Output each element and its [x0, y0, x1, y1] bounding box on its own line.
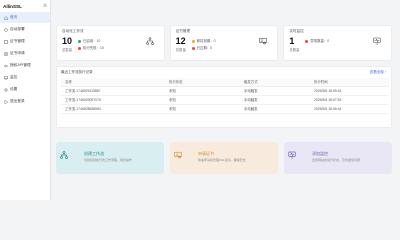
card-stats: 即将到期：0 已过期：0: [191, 38, 216, 52]
sidebar-item-settings[interactable]: 设置: [0, 84, 50, 95]
cell-time: 2025/5/6 18:07:53: [310, 95, 389, 105]
status-dot: [305, 39, 309, 43]
card-count: 10: [62, 36, 73, 46]
add-monitor-button[interactable]: 添加监控 监控网站的运行状态，及时发现问题: [284, 142, 392, 174]
status-dot: [191, 39, 195, 43]
card-unit: 总数量: [175, 48, 186, 52]
deploy-icon: [4, 27, 8, 32]
api-icon: [4, 64, 8, 68]
certificate-summary-card[interactable]: 证书管理 12 总数量 即将到期：0 已过期：0: [169, 25, 279, 61]
monitor-icon: [4, 75, 8, 80]
action-title: 申请证书: [198, 151, 214, 156]
sidebar-item-label: 首页: [10, 15, 18, 19]
home-icon: [4, 15, 8, 20]
certificate-icon: [174, 151, 182, 159]
monitor-icon: [288, 151, 296, 159]
sidebar-item-logout[interactable]: 退出登录: [0, 96, 50, 107]
quick-actions: 创建工作流 创建自动执行的工作流程，简化操作 申请证书 快速申请和管理SSL证书…: [56, 142, 392, 174]
sidebar-item-label: 证书申请: [10, 51, 25, 55]
card-title: 证书管理: [175, 29, 191, 33]
apply-icon: [4, 51, 8, 56]
card-title: 自动化工作流: [62, 29, 84, 33]
summary-cards: 自动化工作流 10 总数量 已启用：10 执行失败：10 证书管理 12 总数量…: [56, 25, 393, 61]
table-header-row: 名称 执行状态 触发方式 执行时间: [61, 78, 389, 87]
column-header: 执行时间: [310, 78, 389, 87]
action-description: 监控网站的运行状态，及时发现问题: [312, 158, 361, 162]
sidebar-item-label: 监控: [10, 75, 18, 79]
card-stat: 异常数量：0: [310, 39, 330, 43]
app-title: AllinSSL: [3, 3, 22, 9]
table-row[interactable]: 工作流-1746528658984 未知 手动触发 2025/5/6 18:06…: [61, 104, 389, 114]
sidebar-item-api[interactable]: 授权API管理: [0, 60, 50, 71]
cell-trigger: 手动触发: [240, 95, 310, 105]
cell-name: 工作流-1746528658984: [61, 104, 165, 114]
workflow-icon: [145, 37, 154, 45]
sidebar-item-monitor[interactable]: 监控: [0, 72, 50, 83]
sidebar-item-label: 自动部署: [10, 27, 25, 31]
card-stat: 即将到期：0: [196, 39, 216, 43]
sidebar-item-label: 证书管理: [10, 39, 25, 43]
card-unit: 总数量: [289, 48, 300, 52]
sidebar-item-home[interactable]: 首页: [0, 12, 50, 23]
apply-certificate-button[interactable]: 申请证书 快速申请和管理SSL证书，确保安全: [170, 142, 278, 174]
action-title: 添加监控: [312, 151, 328, 156]
card-title: 实时监控: [289, 29, 304, 33]
sidebar: AllinSSL ☰ 首页 自动部署 证书管理 证书申请 授权API管理 监控 …: [0, 0, 51, 200]
sidebar-item-label: 授权API管理: [10, 63, 31, 67]
card-stat: 已启用：10: [83, 39, 101, 43]
column-header: 触发方式: [240, 78, 310, 87]
cell-name: 工作流-1746529115887: [61, 86, 165, 96]
action-title: 创建工作流: [84, 151, 104, 156]
column-header: 名称: [61, 78, 165, 87]
panel-title: 最近工作流执行记录: [61, 70, 93, 74]
workflow-table: 名称 执行状态 触发方式 执行时间 工作流-1746529115887 未知 手…: [61, 78, 389, 114]
create-workflow-button[interactable]: 创建工作流 创建自动执行的工作流程，简化操作: [56, 142, 164, 174]
brand: AllinSSL ☰: [0, 0, 50, 12]
sidebar-item-deploy[interactable]: 自动部署: [0, 24, 50, 35]
card-count: 12: [175, 36, 186, 46]
workflow-summary-card[interactable]: 自动化工作流 10 总数量 已启用：10 执行失败：10: [56, 25, 165, 61]
cell-trigger: 手动触发: [240, 104, 310, 114]
action-description: 创建自动执行的工作流程，简化操作: [84, 158, 133, 162]
settings-icon: [4, 87, 8, 92]
cell-time: 2025/5/6 18:09:16: [310, 86, 389, 96]
monitor-summary-card[interactable]: 实时监控 1 总数量 异常数量：0: [283, 25, 393, 61]
menu-fold-icon[interactable]: ☰: [43, 3, 47, 9]
card-stats: 异常数量：0: [305, 38, 329, 45]
cell-status: 未知: [165, 95, 240, 105]
card-unit: 总数量: [62, 48, 73, 52]
cell-status: 未知: [165, 104, 240, 114]
table-row[interactable]: 工作流-1746529097076 未知 手动触发 2025/5/6 18:07…: [61, 95, 389, 105]
sidebar-item-label: 设置: [10, 87, 18, 91]
cell-time: 2025/5/6 18:06:44: [310, 104, 389, 114]
cell-name: 工作流-1746529097076: [61, 95, 165, 105]
cell-status: 未知: [165, 86, 240, 96]
workflow-icon: [60, 151, 68, 159]
table-row[interactable]: 工作流-1746529115887 未知 手动触发 2025/5/6 18:09…: [61, 86, 389, 96]
sidebar-item-apply[interactable]: 证书申请: [0, 48, 50, 59]
action-description: 快速申请和管理SSL证书，确保安全: [198, 158, 246, 162]
view-all-link[interactable]: 查看全部 ›: [370, 70, 386, 75]
sidebar-item-certificates[interactable]: 证书管理: [0, 36, 50, 47]
column-header: 执行状态: [165, 78, 240, 87]
monitor-icon: [373, 37, 381, 45]
card-count: 1: [289, 36, 295, 46]
cell-trigger: 手动触发: [240, 86, 310, 96]
status-dot: [78, 39, 81, 43]
certificate-icon: [259, 37, 267, 45]
card-stat: 执行失败：10: [83, 46, 104, 50]
certificate-icon: [4, 39, 8, 44]
main-content: 自动化工作流 10 总数量 已启用：10 执行失败：10 证书管理 12 总数量…: [56, 25, 393, 174]
status-dot: [78, 46, 81, 50]
status-dot: [191, 46, 195, 50]
card-stat: 已过期：0: [196, 46, 213, 50]
sidebar-item-label: 退出登录: [10, 99, 25, 103]
logout-icon: [4, 99, 8, 104]
workflow-history-panel: 最近工作流执行记录 查看全部 › 名称 执行状态 触发方式 执行时间 工作流-1…: [56, 66, 392, 128]
card-stats: 已启用：10 执行失败：10: [78, 38, 104, 52]
